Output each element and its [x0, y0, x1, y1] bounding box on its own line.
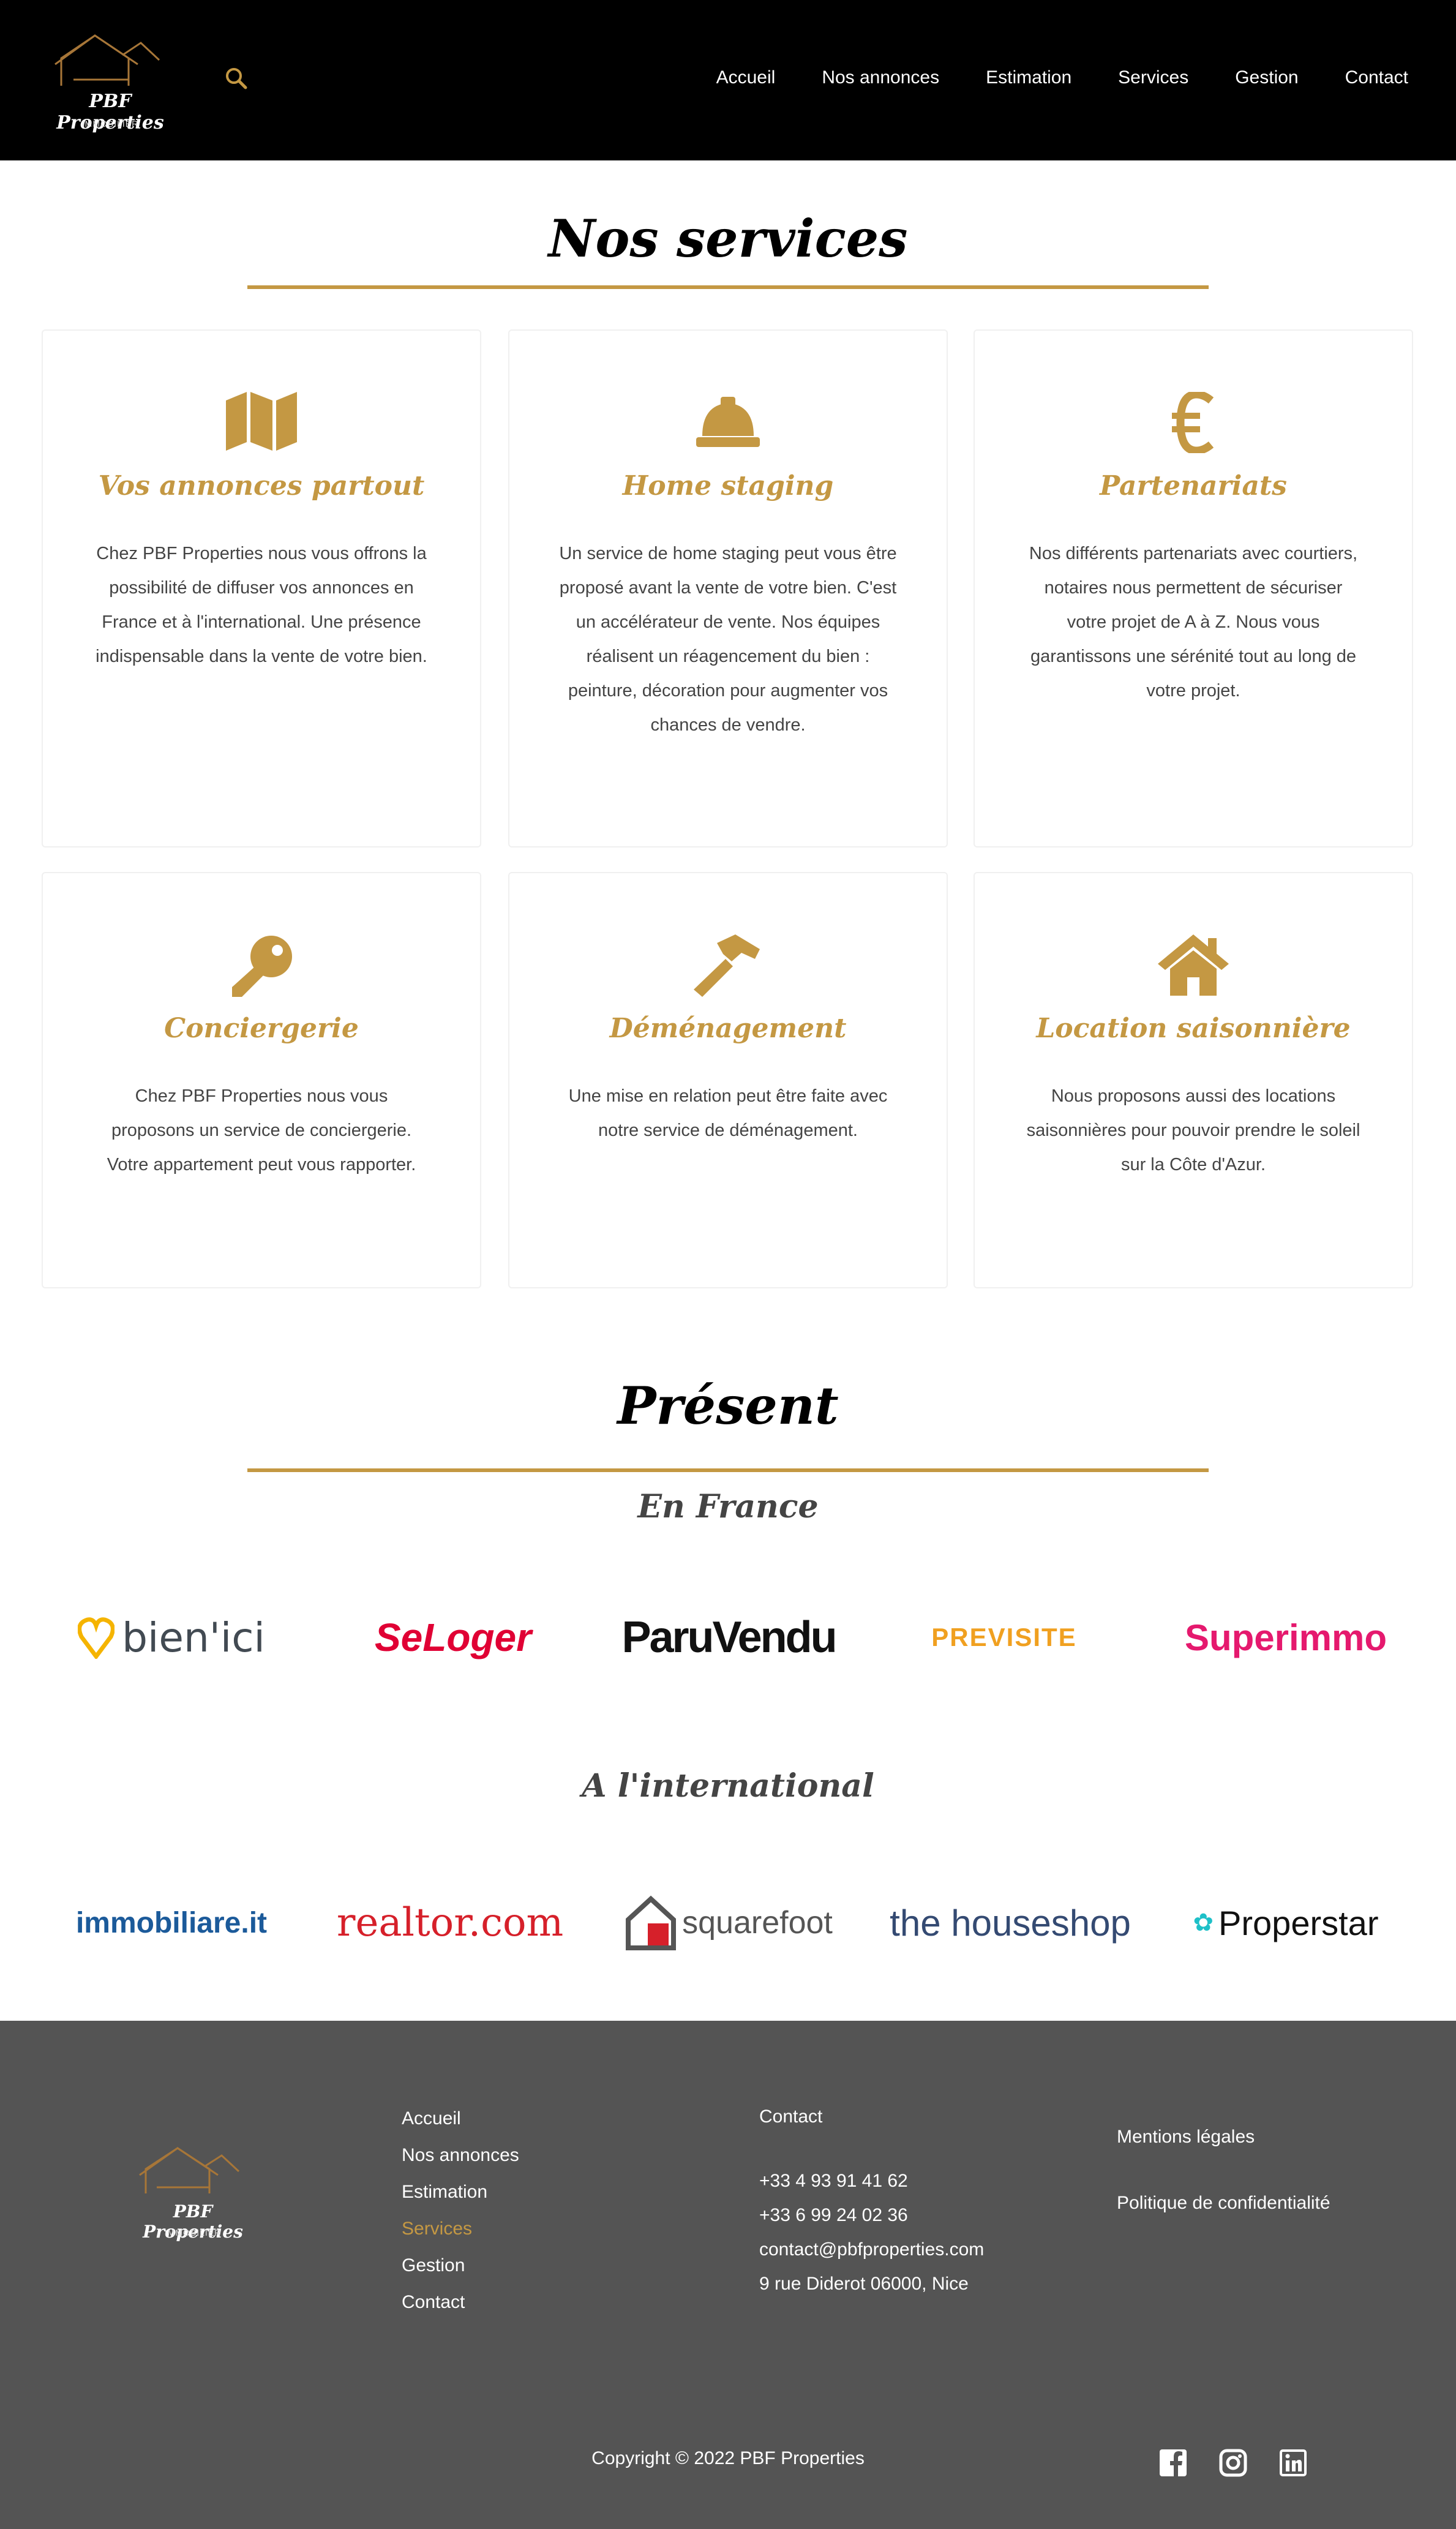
nav-estimation[interactable]: Estimation [986, 67, 1071, 88]
map-icon [43, 392, 480, 453]
nav-accueil[interactable]: Accueil [716, 67, 776, 88]
service-card-home-staging: Home staging Un service de home staging … [508, 329, 948, 847]
service-text: Nos différents partenariats avec courtie… [1029, 544, 1358, 701]
service-title: Conciergerie [164, 1013, 359, 1044]
facebook-icon[interactable] [1158, 2448, 1189, 2479]
hard-hat-icon [509, 392, 947, 453]
house-logo-icon [139, 2147, 240, 2193]
present-divider [247, 1468, 1209, 1472]
hammer-icon [509, 934, 947, 997]
footer-phone-1[interactable]: +33 4 93 91 41 62 [759, 2164, 984, 2198]
star-icon: ✿ [1193, 1909, 1214, 1936]
footer-logo[interactable]: PBF Properties IMMOBILIER [122, 2143, 263, 2242]
service-text: Chez PBF Properties nous vous proposons … [107, 1086, 416, 1174]
heart-pin-icon [78, 1617, 115, 1659]
footer-link-contact[interactable]: Contact [402, 2284, 519, 2321]
footer-address: 9 rue Diderot 06000, Nice [759, 2274, 969, 2294]
service-title: Déménagement [609, 1013, 847, 1044]
house-logo-icon [54, 34, 160, 86]
service-title: Home staging [622, 470, 834, 502]
service-card-location: Location saisonnière Nous proposons auss… [974, 872, 1413, 1288]
logo-previsite[interactable]: PREVISITE [906, 1601, 1102, 1674]
service-title: Location saisonnière [1036, 1013, 1351, 1044]
site-header: PBF Properties IMMOBILIER Accueil Nos an… [0, 0, 1456, 160]
service-card-conciergerie: Conciergerie Chez PBF Properties nous vo… [42, 872, 481, 1288]
footer-link-nos-annonces[interactable]: Nos annonces [402, 2137, 519, 2174]
service-title: Partenariats [1100, 470, 1287, 502]
nav-contact[interactable]: Contact [1345, 67, 1408, 88]
footer-brand-subtitle: IMMOBILIER [164, 2228, 222, 2238]
euro-icon [975, 392, 1412, 453]
footer-nav: Accueil Nos annonces Estimation Services… [402, 2100, 519, 2321]
service-text: Nous proposons aussi des locations saiso… [1026, 1086, 1360, 1174]
service-card-demenagement: Déménagement Une mise en relation peut ê… [508, 872, 948, 1288]
footer-contact-title: Contact [759, 2106, 823, 2127]
logo-squarefoot[interactable]: squarefoot [618, 1886, 839, 1960]
squarefoot-house-icon [626, 1895, 677, 1950]
footer-mentions-legales[interactable]: Mentions légales [1117, 2125, 1330, 2149]
footer-email[interactable]: contact@pbfproperties.com [759, 2233, 984, 2267]
footer-legal: Mentions légales Politique de confidenti… [1117, 2125, 1330, 2215]
footer-link-estimation[interactable]: Estimation [402, 2174, 519, 2211]
services-heading: Nos services [548, 208, 908, 269]
footer-politique-confidentialite[interactable]: Politique de confidentialité [1117, 2191, 1330, 2215]
logo-properstar[interactable]: ✿ Properstar [1176, 1886, 1396, 1960]
house-icon [975, 934, 1412, 996]
nav-nos-annonces[interactable]: Nos annonces [822, 67, 939, 88]
brand-subtitle: IMMOBILIER [81, 119, 139, 129]
logo-superimmo[interactable]: Superimmo [1176, 1601, 1396, 1674]
logo-bienici[interactable]: bien'ici [61, 1601, 282, 1674]
logo-houseshop[interactable]: the houseshop [890, 1862, 1131, 1984]
footer-contact: Contact +33 4 93 91 41 62 +33 6 99 24 02… [759, 2106, 984, 2301]
site-logo[interactable]: PBF Properties IMMOBILIER [37, 31, 184, 135]
international-heading: A l'international [582, 1767, 874, 1805]
logo-realtor[interactable]: realtor.com [337, 1886, 563, 1960]
logo-paruvendu[interactable]: ParuVendu [621, 1601, 837, 1674]
footer-phone-2[interactable]: +33 6 99 24 02 36 [759, 2198, 984, 2233]
instagram-icon[interactable] [1218, 2448, 1249, 2479]
service-text: Une mise en relation peut être faite ave… [568, 1086, 888, 1140]
nav-gestion[interactable]: Gestion [1235, 67, 1298, 88]
linkedin-icon[interactable] [1278, 2448, 1309, 2479]
logo-seloger[interactable]: SeLoger [355, 1601, 551, 1674]
france-heading: En France [637, 1488, 819, 1525]
nav-services[interactable]: Services [1118, 67, 1188, 88]
service-text: Un service de home staging peut vous êtr… [559, 544, 897, 735]
search-icon[interactable] [224, 66, 249, 91]
services-divider [247, 285, 1209, 289]
service-text: Chez PBF Properties nous vous offrons la… [96, 544, 427, 666]
service-card-annonces: Vos annonces partout Chez PBF Properties… [42, 329, 481, 847]
service-card-partenariats: Partenariats Nos différents partenariats… [974, 329, 1413, 847]
logo-immobiliare[interactable]: immobiliare.it [61, 1886, 282, 1960]
main-nav: Accueil Nos annonces Estimation Services… [670, 67, 1408, 88]
key-icon [43, 934, 480, 997]
service-title: Vos annonces partout [98, 470, 425, 502]
footer-link-accueil[interactable]: Accueil [402, 2100, 519, 2137]
footer-link-gestion[interactable]: Gestion [402, 2247, 519, 2284]
present-heading: Présent [617, 1375, 839, 1436]
footer-link-services[interactable]: Services [402, 2211, 519, 2247]
